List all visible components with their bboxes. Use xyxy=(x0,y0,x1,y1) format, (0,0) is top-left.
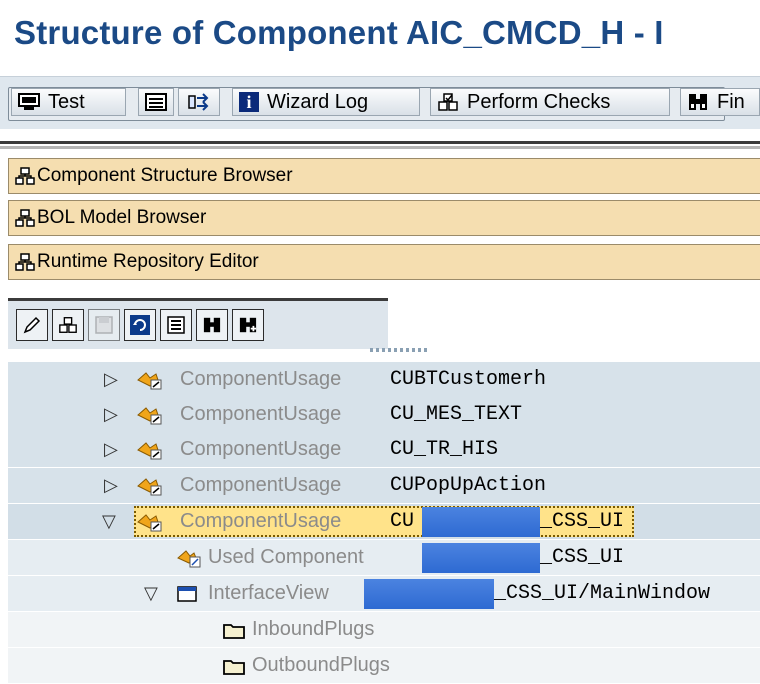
layout-button[interactable] xyxy=(138,88,174,116)
refresh-icon xyxy=(129,314,151,336)
tree-row[interactable]: ▽ InterfaceView _CSS_UI/MainWindow xyxy=(8,576,760,611)
layout-icon xyxy=(145,93,167,111)
collapse-triangle-icon[interactable]: ▽ xyxy=(102,511,116,532)
separator xyxy=(0,146,760,149)
splitter-handle[interactable] xyxy=(370,348,430,352)
hierarchy-icon xyxy=(15,253,35,271)
redacted-block xyxy=(422,542,540,573)
used-component-icon xyxy=(176,548,202,568)
tree-row[interactable]: Used Component _CSS_UI xyxy=(8,540,760,575)
tree-row[interactable]: ▷ ComponentUsage CUPopUpAction xyxy=(8,468,760,503)
component-usage-icon xyxy=(136,512,164,532)
tree-toolbar xyxy=(8,298,388,349)
expand-triangle-icon[interactable]: ▷ xyxy=(104,439,118,460)
find-next-button[interactable] xyxy=(232,309,264,341)
component-structure-browser-button[interactable]: Component Structure Browser xyxy=(8,158,760,194)
window-icon xyxy=(176,584,198,604)
application-toolbar: Test i Wizard Log Perform Checks Fin xyxy=(0,76,760,129)
collapse-triangle-icon[interactable]: ▽ xyxy=(144,583,158,604)
expand-triangle-icon[interactable]: ▷ xyxy=(104,475,118,496)
binoculars-icon xyxy=(687,92,709,112)
component-usage-icon xyxy=(136,370,164,390)
screen-test-icon xyxy=(18,93,40,111)
save-icon xyxy=(94,315,114,335)
list-icon xyxy=(166,315,186,335)
info-icon: i xyxy=(239,92,259,112)
check-button[interactable] xyxy=(52,309,84,341)
list-button[interactable] xyxy=(160,309,192,341)
separator xyxy=(0,141,760,144)
check-icon xyxy=(437,92,459,112)
navigate-button[interactable] xyxy=(178,88,220,116)
tree-row[interactable]: ▷ ComponentUsage CU_MES_TEXT xyxy=(8,397,760,432)
save-button[interactable] xyxy=(88,309,120,341)
binoculars-plus-icon xyxy=(238,316,258,334)
folder-icon xyxy=(222,656,246,676)
component-tree: ▷ ComponentUsage CUBTCustomerh ▷ Compone… xyxy=(8,362,760,684)
folder-icon xyxy=(222,620,246,640)
binoculars-icon xyxy=(202,316,222,334)
component-usage-icon xyxy=(136,440,164,460)
redacted-block xyxy=(422,506,540,537)
expand-triangle-icon[interactable]: ▷ xyxy=(104,404,118,425)
page-title: Structure of Component AIC_CMCD_H - I xyxy=(14,14,664,51)
test-button[interactable]: Test xyxy=(11,88,126,116)
tree-row[interactable]: ▷ ComponentUsage CU_TR_HIS xyxy=(8,432,760,467)
hierarchy-icon xyxy=(15,209,35,227)
runtime-repository-editor-button[interactable]: Runtime Repository Editor xyxy=(8,244,760,280)
component-usage-icon xyxy=(136,405,164,425)
find-button[interactable]: Fin xyxy=(680,88,760,116)
edit-button[interactable] xyxy=(16,309,48,341)
redacted-block xyxy=(364,578,494,609)
hierarchy-icon xyxy=(15,167,35,185)
tree-row[interactable]: OutboundPlugs xyxy=(8,648,760,683)
component-usage-icon xyxy=(136,476,164,496)
find-button[interactable] xyxy=(196,309,228,341)
tree-row[interactable]: ▷ ComponentUsage CUBTCustomerh xyxy=(8,362,760,397)
tree-row-selected[interactable]: ▽ ComponentUsage CU _CSS_UI xyxy=(8,504,760,539)
navigation-arrows-icon xyxy=(187,92,211,112)
check-icon xyxy=(58,315,78,335)
refresh-button[interactable] xyxy=(124,309,156,341)
expand-triangle-icon[interactable]: ▷ xyxy=(104,369,118,390)
wizard-log-button[interactable]: i Wizard Log xyxy=(232,88,420,116)
perform-checks-button[interactable]: Perform Checks xyxy=(430,88,670,116)
tree-row[interactable]: InboundPlugs xyxy=(8,612,760,647)
pencil-icon xyxy=(22,315,42,335)
bol-model-browser-button[interactable]: BOL Model Browser xyxy=(8,200,760,236)
